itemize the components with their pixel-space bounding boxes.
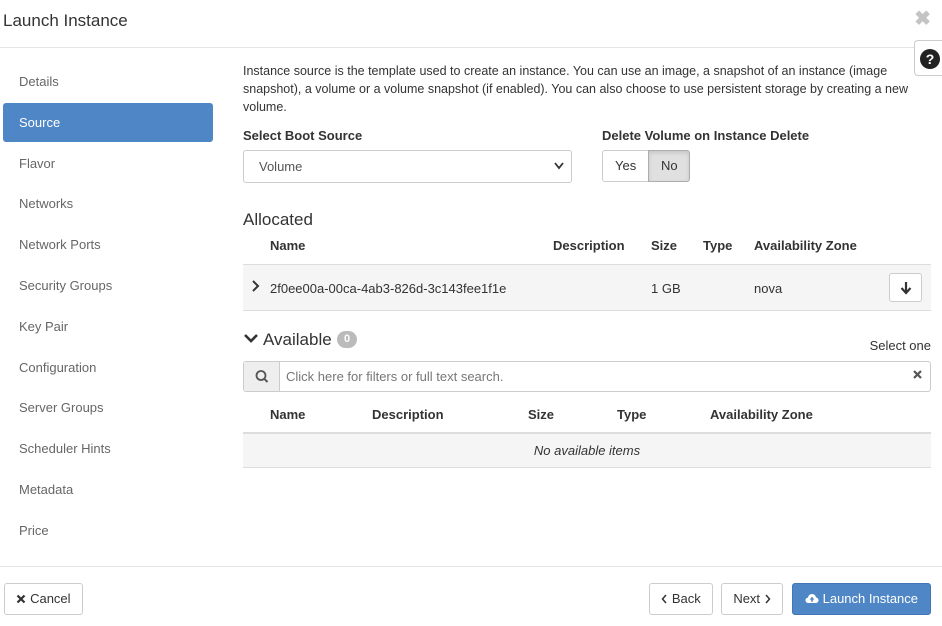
allocated-row-name: 2f0ee00a-00ca-4ab3-826d-3c143fee1f1e: [270, 281, 507, 296]
delete-volume-toggle: Yes No: [602, 150, 690, 182]
chevron-down-icon[interactable]: [243, 330, 259, 351]
available-col-zone[interactable]: Availability Zone: [710, 407, 813, 422]
arrow-down-icon: [900, 279, 912, 295]
chevron-left-icon: [661, 591, 668, 606]
next-label: Next: [733, 591, 761, 606]
chevron-right-icon[interactable]: [250, 278, 260, 297]
launch-instance-button[interactable]: Launch Instance: [792, 583, 931, 615]
close-icon: [16, 591, 26, 606]
source-step-content: Instance source is the template used to …: [243, 62, 933, 116]
chevron-right-icon: [764, 591, 771, 606]
nav-item-label: Security Groups: [19, 277, 113, 293]
nav-item-price[interactable]: Price: [3, 511, 213, 550]
boot-source-select[interactable]: Volume: [243, 150, 572, 183]
allocated-col-name[interactable]: Name: [270, 238, 305, 253]
delete-volume-yes-button[interactable]: Yes: [602, 150, 649, 182]
cloud-upload-icon: [805, 591, 819, 606]
nav-item-label: Configuration: [19, 359, 97, 375]
allocated-col-type[interactable]: Type: [703, 238, 732, 253]
available-col-name[interactable]: Name: [270, 407, 305, 422]
next-button[interactable]: Next: [721, 583, 783, 615]
close-icon[interactable]: ✖: [914, 6, 931, 31]
search-icon: [244, 362, 280, 391]
search-bar: [243, 361, 931, 392]
nav-item-label: Details: [19, 74, 59, 89]
nav-item-key-pair[interactable]: Key Pair: [3, 307, 213, 346]
deallocate-button[interactable]: [889, 273, 922, 302]
delete-volume-label: Delete Volume on Instance Delete: [602, 128, 810, 143]
nav-item-label: Networks: [19, 196, 74, 212]
nav-item-label: Scheduler Hints: [19, 441, 111, 457]
empty-table-message: No available items: [243, 434, 931, 468]
nav-item-networks[interactable]: Networks: [3, 184, 213, 223]
nav-item-metadata[interactable]: Metadata: [3, 470, 213, 509]
cancel-label: Cancel: [30, 591, 71, 606]
allocated-col-zone[interactable]: Availability Zone: [754, 238, 857, 253]
nav-item-label: Key Pair: [19, 318, 69, 334]
nav-item-label: Network Ports: [19, 237, 101, 253]
nav-item-details[interactable]: Details: [3, 62, 213, 101]
search-input[interactable]: [286, 362, 876, 391]
nav-item-scheduler-hints[interactable]: Scheduler Hints: [3, 429, 213, 468]
modal-title: Launch Instance: [3, 11, 128, 30]
nav-item-label: Metadata: [19, 481, 74, 497]
allocated-row-size: 1 GB: [651, 281, 681, 296]
source-intro-text: Instance source is the template used to …: [243, 64, 908, 114]
available-col-size[interactable]: Size: [528, 407, 554, 422]
back-button[interactable]: Back: [649, 583, 713, 615]
modal-header: Launch Instance ✖: [0, 0, 942, 48]
allocated-title: Allocated: [243, 210, 313, 229]
available-title[interactable]: Available: [263, 330, 332, 350]
wizard-nav: Details Source Flavor Networks Network P…: [0, 62, 216, 552]
delete-volume-no-button[interactable]: No: [648, 150, 690, 182]
nav-item-label: Server Groups: [19, 400, 104, 416]
available-col-type[interactable]: Type: [617, 407, 646, 422]
nav-item-server-groups[interactable]: Server Groups: [3, 388, 213, 427]
nav-item-security-groups[interactable]: Security Groups: [3, 266, 213, 305]
available-col-description[interactable]: Description: [372, 407, 444, 422]
nav-item-source[interactable]: Source: [3, 102, 213, 142]
allocated-col-size[interactable]: Size: [651, 238, 677, 253]
back-label: Back: [671, 591, 701, 606]
allocated-row-zone: nova: [754, 281, 783, 296]
chevron-down-icon: [553, 151, 565, 195]
cancel-button[interactable]: Cancel: [4, 583, 83, 615]
nav-item-network-ports[interactable]: Network Ports: [3, 225, 213, 264]
boot-source-value: Volume: [259, 159, 303, 174]
nav-item-label: Flavor: [19, 155, 56, 171]
nav-item-flavor[interactable]: Flavor: [3, 144, 213, 183]
available-count-badge: 0: [337, 331, 357, 348]
boot-source-label: Select Boot Source: [243, 128, 363, 143]
nav-item-configuration[interactable]: Configuration: [3, 348, 213, 387]
launch-instance-label: Launch Instance: [822, 591, 919, 606]
nav-item-label: Source: [19, 114, 61, 130]
nav-item-label: Price: [19, 522, 49, 538]
clear-search-icon[interactable]: [912, 368, 923, 383]
modal-footer: Cancel Back Next Launch Instance: [0, 566, 942, 626]
allocated-col-description[interactable]: Description: [553, 238, 625, 253]
select-one-hint: Select one: [869, 338, 931, 353]
